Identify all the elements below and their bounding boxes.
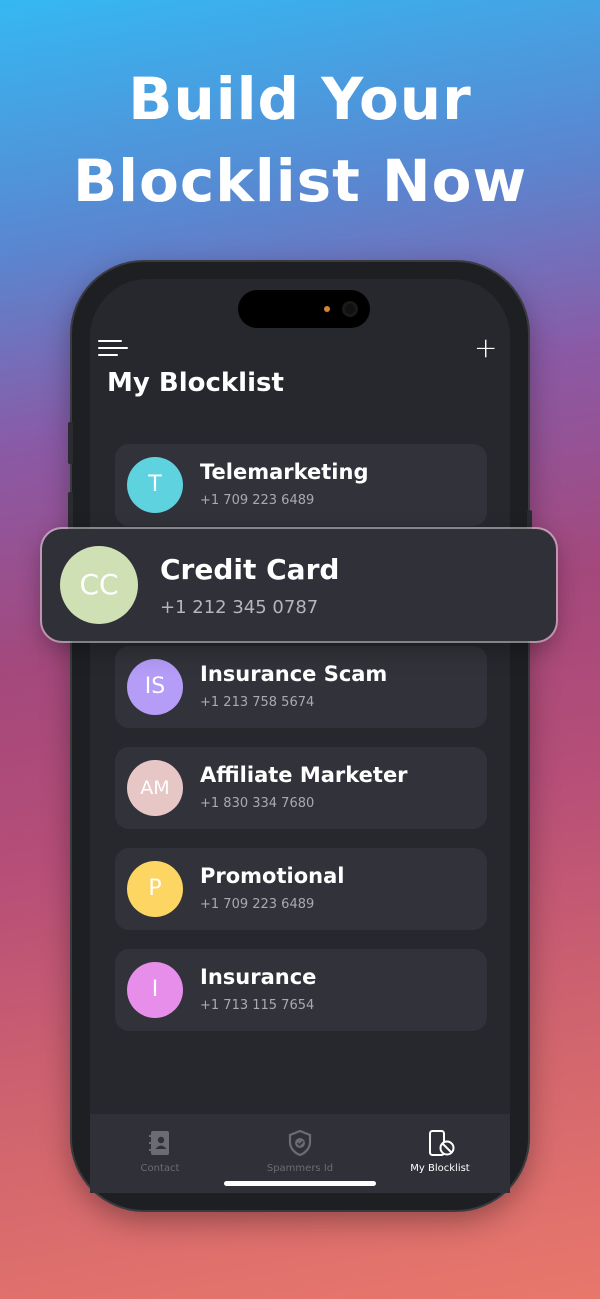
contact-name: Insurance [200,965,317,989]
avatar: P [127,861,183,917]
sensor-dot [324,306,330,312]
plus-icon[interactable]: + [474,334,497,362]
contact-phone: +1 709 223 6489 [200,897,315,912]
avatar: AM [127,760,183,816]
contact-phone: +1 709 223 6489 [200,493,315,508]
camera-lens [342,301,358,317]
avatar: T [127,457,183,513]
avatar: I [127,962,183,1018]
contact-name: Insurance Scam [200,662,388,686]
avatar: CC [60,546,138,624]
contact-name: Affiliate Marketer [200,763,408,787]
contact-book-icon [149,1131,169,1155]
phone-screen [90,279,510,1193]
home-indicator [224,1181,376,1186]
featured-blocklist-item[interactable]: CC Credit Card +1 212 345 0787 [42,529,556,641]
contact-phone: +1 212 345 0787 [160,597,319,618]
contact-name: Telemarketing [200,460,369,484]
contact-phone: +1 213 758 5674 [200,695,315,710]
headline-line-2: Blocklist Now [72,147,528,215]
tab-label: My Blocklist [410,1163,470,1174]
tab-contact[interactable]: Contact [90,1114,230,1193]
tab-my-blocklist[interactable]: My Blocklist [370,1114,510,1193]
avatar: IS [127,659,183,715]
contact-phone: +1 830 334 7680 [200,796,315,811]
page-title: My Blocklist [107,368,284,398]
phone-block-icon [429,1130,455,1156]
dynamic-island [238,290,370,328]
contact-name: Credit Card [160,553,340,586]
promo-headline: Build Your Blocklist Now [0,58,600,222]
blocklist-item[interactable]: IS Insurance Scam +1 213 758 5674 [115,646,487,728]
headline-line-1: Build Your [128,65,472,133]
blocklist-item[interactable]: T Telemarketing +1 709 223 6489 [115,444,487,526]
shield-check-icon [288,1130,312,1156]
blocklist-item[interactable]: P Promotional +1 709 223 6489 [115,848,487,930]
tab-label: Spammers Id [266,1163,334,1174]
contact-name: Promotional [200,864,345,888]
hamburger-icon[interactable] [98,340,128,358]
contact-phone: +1 713 115 7654 [200,998,315,1013]
side-button [68,422,73,464]
tab-label: Contact [140,1163,180,1174]
blocklist-item[interactable]: AM Affiliate Marketer +1 830 334 7680 [115,747,487,829]
blocklist-item[interactable]: I Insurance +1 713 115 7654 [115,949,487,1031]
